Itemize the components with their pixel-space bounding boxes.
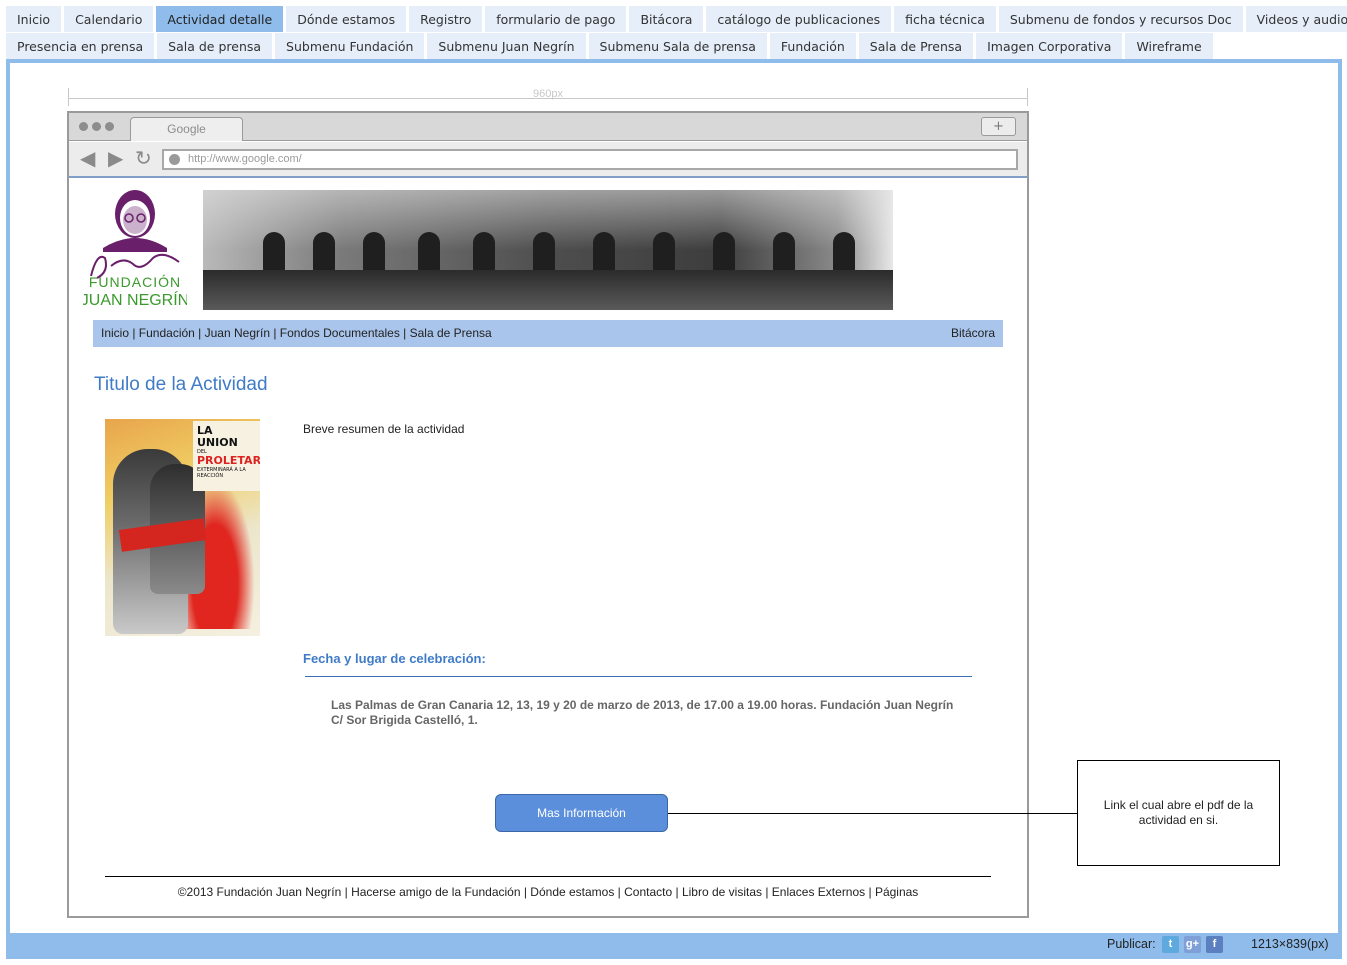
fecha-divider: [305, 676, 972, 677]
tab-formulario-de-pago[interactable]: formulario de pago: [485, 6, 627, 32]
tab-registro[interactable]: Registro: [409, 6, 483, 32]
browser-toolbar: ◀ ▶ ↻ http://www.google.com/: [69, 142, 1027, 178]
window-dots-icon: [79, 122, 114, 131]
annotation-note: Link el cual abre el pdf de la actividad…: [1077, 760, 1280, 866]
tab-actividad-detalle[interactable]: Actividad detalle: [156, 6, 284, 32]
publicar-label: Publicar:: [1107, 937, 1156, 951]
poster-line-4: EXTERMINARÁ A LA REACCIÓN: [197, 467, 246, 479]
tab-presencia-en-prensa[interactable]: Presencia en prensa: [6, 33, 155, 59]
poster-line-3: PROLETARIO: [197, 454, 260, 467]
site-navbar: Inicio | Fundación | Juan Negrín | Fondo…: [93, 320, 1003, 347]
page-tabs-row-1: Inicio Calendario Actividad detalle Dónd…: [6, 6, 1347, 32]
tab-ficha-tecnica[interactable]: ficha técnica: [894, 6, 996, 32]
site-footer[interactable]: ©2013 Fundación Juan Negrín | Hacerse am…: [105, 885, 991, 899]
activity-summary: Breve resumen de la actividad: [303, 422, 465, 436]
tab-submenu-fondos[interactable]: Submenu de fondos y recursos Doc: [998, 6, 1243, 32]
poster-line-1: LA UNION: [197, 424, 238, 449]
activity-title: Titulo de la Actividad: [94, 374, 268, 395]
tab-bitacora[interactable]: Bitácora: [629, 6, 704, 32]
width-ruler: 960px: [68, 88, 1028, 106]
tab-videos-audios[interactable]: Videos y audios: [1245, 6, 1347, 32]
fecha-text: Las Palmas de Gran Canaria 12, 13, 19 y …: [331, 698, 954, 727]
svg-text:JUAN NEGRÍN: JUAN NEGRÍN: [83, 290, 187, 309]
annotation-connector: [668, 813, 1077, 814]
tab-sala-de-prensa-2[interactable]: Sala de Prensa: [858, 33, 974, 59]
tab-calendario[interactable]: Calendario: [64, 6, 154, 32]
address-bar-url: http://www.google.com/: [188, 153, 302, 165]
page-tabs-row-2: Presencia en prensa Sala de prensa Subme…: [6, 33, 1213, 59]
twitter-icon[interactable]: t: [1162, 936, 1179, 953]
reload-icon[interactable]: ↻: [135, 148, 152, 168]
new-tab-button[interactable]: +: [981, 117, 1016, 136]
google-plus-icon[interactable]: g+: [1184, 936, 1201, 953]
tab-fundacion[interactable]: Fundación: [769, 33, 856, 59]
footer-divider: [105, 876, 991, 877]
fecha-heading: Fecha y lugar de celebración:: [303, 651, 486, 666]
header-banner-photo: [203, 190, 893, 310]
mas-informacion-button[interactable]: Mas Información: [495, 794, 668, 832]
tab-donde-estamos[interactable]: Dónde estamos: [286, 6, 407, 32]
site-nav-links[interactable]: Inicio | Fundación | Juan Negrín | Fondo…: [101, 326, 492, 340]
wireframe-page: Inicio Calendario Actividad detalle Dónd…: [0, 0, 1347, 965]
ruler-label: 960px: [533, 88, 563, 100]
tab-submenu-fundacion[interactable]: Submenu Fundación: [275, 33, 425, 59]
tab-imagen-corporativa[interactable]: Imagen Corporativa: [976, 33, 1123, 59]
tab-sala-de-prensa[interactable]: Sala de prensa: [157, 33, 273, 59]
address-bar[interactable]: http://www.google.com/: [162, 149, 1018, 170]
browser-titlebar: Google +: [69, 113, 1027, 141]
tab-submenu-juan-negrin[interactable]: Submenu Juan Negrín: [427, 33, 586, 59]
globe-icon: [169, 154, 180, 165]
forward-arrow-icon[interactable]: ▶: [108, 148, 123, 168]
tab-wireframe[interactable]: Wireframe: [1125, 33, 1213, 59]
fundacion-logo[interactable]: FUNDACIÓN JUAN NEGRÍN: [81, 188, 189, 310]
activity-poster-image: LA UNION DEL PROLETARIO EXTERMINARÁ A LA…: [105, 419, 260, 636]
canvas-size-readout: 1213×839(px): [1251, 937, 1329, 951]
tab-submenu-sala-de-prensa[interactable]: Submenu Sala de prensa: [588, 33, 767, 59]
back-arrow-icon[interactable]: ◀: [80, 148, 95, 168]
facebook-icon[interactable]: f: [1206, 936, 1223, 953]
site-nav-bitacora[interactable]: Bitácora: [951, 326, 995, 340]
svg-text:FUNDACIÓN: FUNDACIÓN: [89, 274, 181, 290]
tab-inicio[interactable]: Inicio: [6, 6, 62, 32]
tab-catalogo-publicaciones[interactable]: catálogo de publicaciones: [706, 6, 892, 32]
browser-tab[interactable]: Google: [130, 117, 243, 141]
